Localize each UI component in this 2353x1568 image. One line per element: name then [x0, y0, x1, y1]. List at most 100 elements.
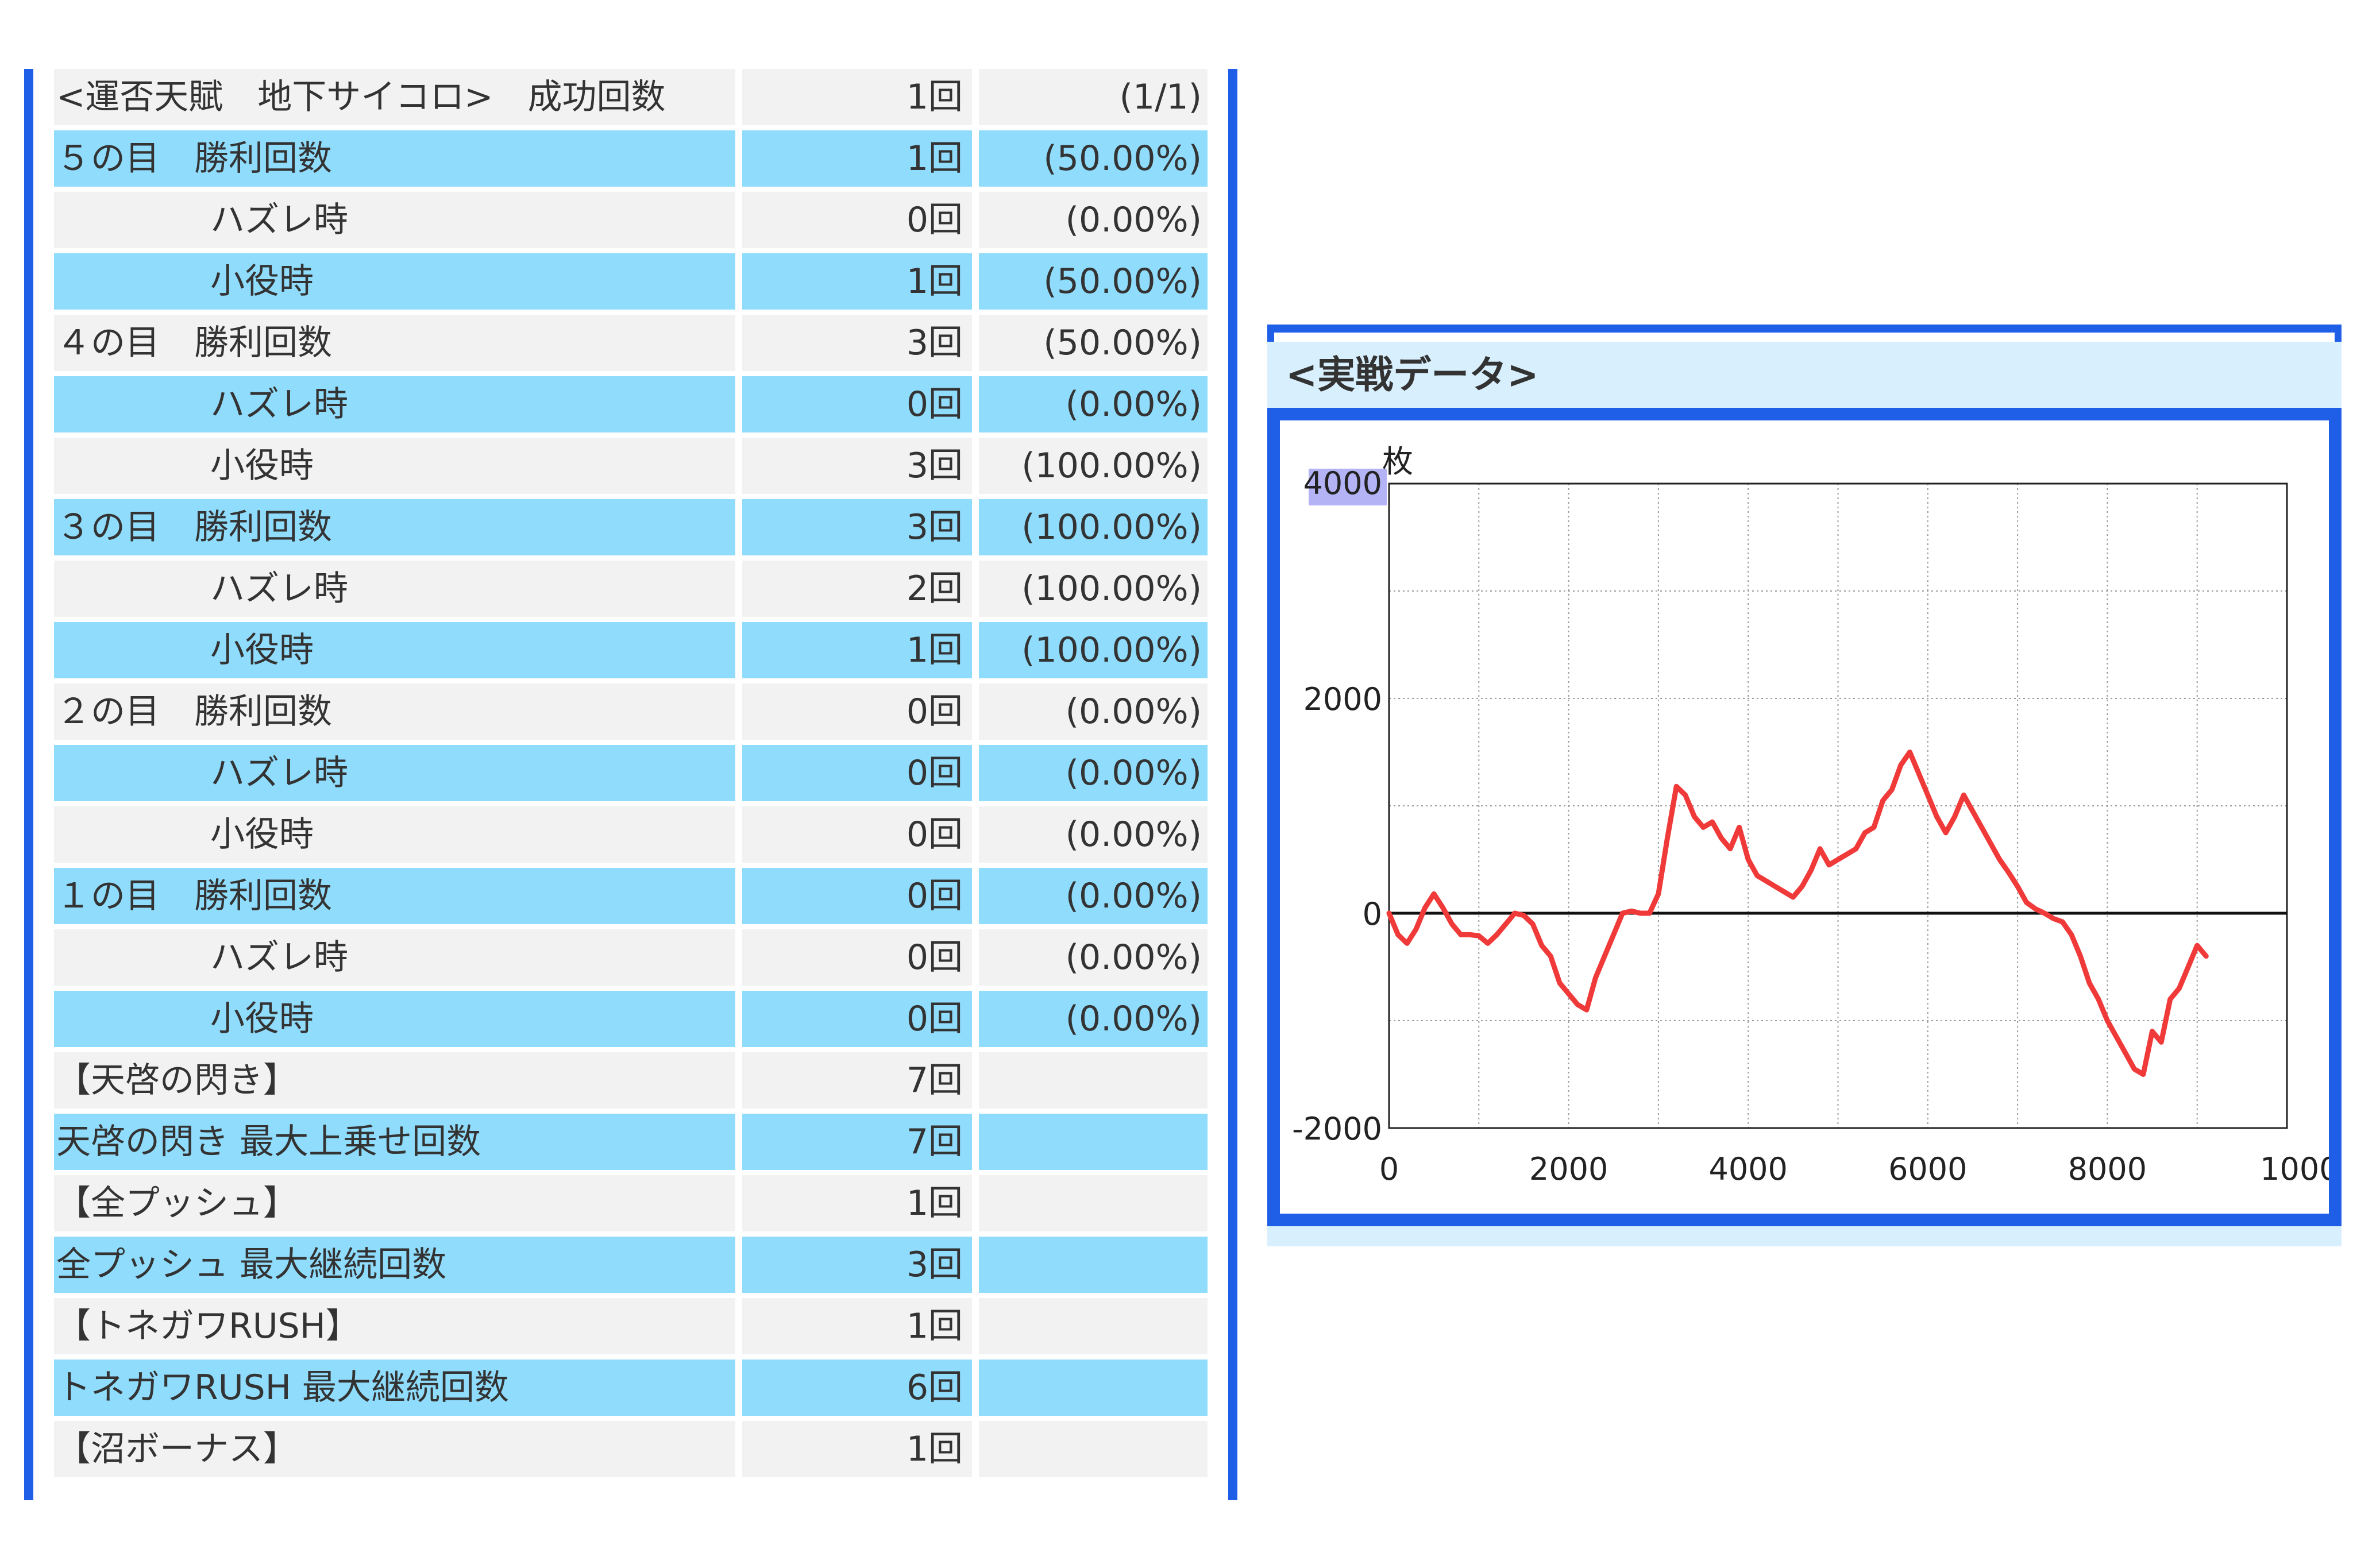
- table-row: ハズレ時 0回 (0.00%): [54, 376, 1208, 432]
- row-label-cell: 【沼ボーナス】: [54, 1421, 735, 1477]
- table-row: ２の目 勝利回数 0回 (0.00%): [54, 683, 1208, 740]
- row-rate: (0.00%): [979, 806, 1208, 863]
- table-row: 全プッシュ 最大継続回数 3回: [54, 1237, 1208, 1293]
- row-label-cell: ハズレ時: [54, 192, 735, 248]
- row-label-cell: 【全プッシュ】: [54, 1175, 735, 1231]
- table-row: 小役時 0回 (0.00%): [54, 806, 1208, 863]
- row-count: 0回: [742, 868, 972, 924]
- row-rate: (0.00%): [979, 929, 1208, 986]
- row-count: 3回: [742, 1237, 972, 1293]
- table-row: 小役時 1回 (50.00%): [54, 253, 1208, 310]
- row-label-cell: 小役時: [54, 991, 735, 1047]
- chart-container: -2000020004000枚0200040006000800010000G: [1267, 408, 2353, 1226]
- table-row: 天啓の閃き 最大上乗せ回数 7回: [54, 1114, 1208, 1170]
- panel-corner-left: [1267, 325, 1274, 342]
- table-row: 小役時 1回 (100.00%): [54, 622, 1208, 678]
- row-label: 【天啓の閃き】: [56, 1060, 298, 1100]
- row-label: 【全プッシュ】: [56, 1183, 298, 1223]
- row-label: ３の目 勝利回数: [56, 507, 332, 547]
- row-label: ハズレ時: [210, 753, 348, 793]
- panel-corner-right: [2335, 325, 2342, 342]
- row-rate: [979, 1360, 1208, 1416]
- table-row: 【沼ボーナス】 1回: [54, 1421, 1208, 1477]
- row-rate: [979, 1298, 1208, 1354]
- y-tick-label: 0: [1363, 896, 1382, 932]
- row-rate: (0.00%): [979, 683, 1208, 740]
- row-rate: [979, 1421, 1208, 1477]
- row-count: 0回: [742, 745, 972, 801]
- row-label: ５の目 勝利回数: [56, 138, 332, 179]
- row-label-cell: ５の目 勝利回数: [54, 130, 735, 187]
- row-rate: (0.00%): [979, 745, 1208, 801]
- row-label-cell: １の目 勝利回数: [54, 868, 735, 924]
- row-count: 1回: [742, 69, 972, 125]
- row-rate: (100.00%): [979, 561, 1208, 617]
- row-label: 小役時: [210, 261, 314, 302]
- row-label: 小役時: [210, 630, 314, 670]
- row-rate: [979, 1237, 1208, 1293]
- row-count: 7回: [742, 1114, 972, 1170]
- row-label-cell: ハズレ時: [54, 561, 735, 617]
- row-label: 【トネガワRUSH】: [56, 1306, 360, 1346]
- row-label: <運否天賦 地下サイコロ> 成功回数: [56, 77, 666, 117]
- x-tick-label: 2000: [1529, 1151, 1608, 1187]
- y-tick-label: 2000: [1303, 681, 1382, 717]
- table-row: １の目 勝利回数 0回 (0.00%): [54, 868, 1208, 924]
- row-count: 3回: [742, 315, 972, 371]
- row-label: ハズレ時: [210, 200, 348, 240]
- row-count: 1回: [742, 1175, 972, 1231]
- table-row: 小役時 3回 (100.00%): [54, 438, 1208, 494]
- row-label-cell: 小役時: [54, 622, 735, 678]
- row-count: 1回: [742, 622, 972, 678]
- row-label: １の目 勝利回数: [56, 876, 332, 916]
- row-count: 0回: [742, 991, 972, 1047]
- table-row: 小役時 0回 (0.00%): [54, 991, 1208, 1047]
- row-label: ２の目 勝利回数: [56, 692, 332, 732]
- row-label: ハズレ時: [210, 384, 348, 424]
- slump-graph: -2000020004000枚0200040006000800010000G: [1292, 443, 2353, 1187]
- row-label: 小役時: [210, 814, 314, 855]
- row-count: 6回: [742, 1360, 972, 1416]
- row-rate: [979, 1175, 1208, 1231]
- row-label-cell: 【天啓の閃き】: [54, 1052, 735, 1109]
- row-count: 0回: [742, 192, 972, 248]
- row-label-cell: 小役時: [54, 806, 735, 863]
- y-unit-label: 枚: [1382, 443, 1413, 480]
- row-rate: [979, 1114, 1208, 1170]
- row-count: 1回: [742, 1421, 972, 1477]
- row-label-cell: ハズレ時: [54, 929, 735, 986]
- row-rate: [979, 1052, 1208, 1109]
- table-row: ３の目 勝利回数 3回 (100.00%): [54, 499, 1208, 555]
- row-label-cell: ４の目 勝利回数: [54, 315, 735, 371]
- row-rate: (100.00%): [979, 622, 1208, 678]
- row-label: 小役時: [210, 446, 314, 486]
- x-tick-label: 0: [1379, 1151, 1399, 1187]
- row-count: 2回: [742, 561, 972, 617]
- table-row: ４の目 勝利回数 3回 (50.00%): [54, 315, 1208, 371]
- panel-bottom-bar: [1267, 1226, 2342, 1246]
- row-count: 1回: [742, 130, 972, 187]
- row-label-cell: 【トネガワRUSH】: [54, 1298, 735, 1354]
- battle-data-panel: <実戦データ> -2000 0 2000 4000 枚 0 2000 4000 6000 8000…: [1267, 325, 2353, 1246]
- row-label-cell: 小役時: [54, 253, 735, 310]
- row-label-cell: ハズレ時: [54, 745, 735, 801]
- row-label: 全プッシュ 最大継続回数: [56, 1245, 447, 1285]
- table-row: 【全プッシュ】 1回: [54, 1175, 1208, 1231]
- row-rate: (50.00%): [979, 130, 1208, 187]
- row-count: 1回: [742, 253, 972, 310]
- row-rate: (100.00%): [979, 438, 1208, 494]
- row-label: ハズレ時: [210, 569, 348, 609]
- panel-header: <実戦データ>: [1267, 342, 2342, 408]
- panel-top-border: [1267, 325, 2342, 333]
- row-label-cell: <運否天賦 地下サイコロ> 成功回数: [54, 69, 735, 125]
- row-label-cell: ２の目 勝利回数: [54, 683, 735, 740]
- table-row: ハズレ時 0回 (0.00%): [54, 192, 1208, 248]
- row-rate: (0.00%): [979, 376, 1208, 432]
- panel-border-right: [1228, 69, 1237, 1500]
- x-tick-label: 10000G: [2260, 1151, 2329, 1187]
- row-label-cell: 全プッシュ 最大継続回数: [54, 1237, 735, 1293]
- row-count: 3回: [742, 499, 972, 555]
- y-tick-label: 4000: [1303, 465, 1382, 501]
- y-tick-label: -2000: [1292, 1111, 1382, 1147]
- row-rate: (50.00%): [979, 315, 1208, 371]
